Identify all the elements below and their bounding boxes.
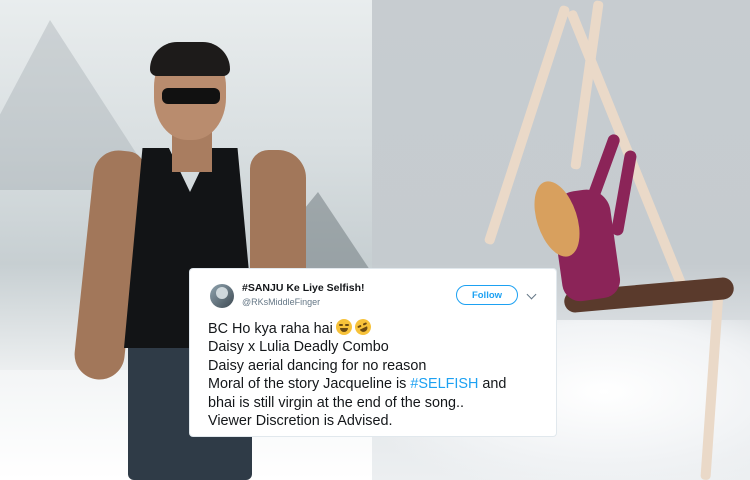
tweet-line: Daisy aerial dancing for no reason (208, 357, 427, 374)
tweet-line-text: BC Ho kya raha hai (208, 321, 333, 337)
hair (150, 42, 230, 76)
tweet-line-text: and (478, 376, 507, 393)
tweet-card: #SANJU Ke Liye Selfish! @RKsMiddleFinger… (190, 269, 556, 436)
tweet-line: Moral of the story Jacqueline is #SELFIS… (208, 375, 552, 393)
tweet-line: bhai is still virgin at the end of the s… (208, 394, 464, 411)
display-name[interactable]: #SANJU Ke Liye Selfish! (242, 282, 365, 294)
tweet-line: Viewer Discretion is Advised. (208, 413, 393, 430)
dancer-arm (610, 149, 638, 237)
sunglasses (162, 88, 220, 104)
avatar[interactable] (210, 284, 234, 308)
tweet-line: BC Ho kya raha hai (208, 316, 552, 338)
user-handle[interactable]: @RKsMiddleFinger (242, 297, 320, 307)
follow-button[interactable]: Follow (456, 285, 518, 305)
tweet-text: BC Ho kya raha hai Daisy x Lulia Deadly … (208, 316, 552, 430)
rolling-on-floor-laughing-icon (352, 316, 374, 338)
tweet-line: Daisy x Lulia Deadly Combo (208, 339, 389, 356)
face-with-tears-of-joy-icon (335, 319, 352, 335)
hashtag-link[interactable]: #SELFISH (410, 376, 478, 392)
tweet-line-text: Moral of the story Jacqueline is (208, 376, 411, 393)
chevron-down-icon[interactable] (526, 289, 537, 300)
